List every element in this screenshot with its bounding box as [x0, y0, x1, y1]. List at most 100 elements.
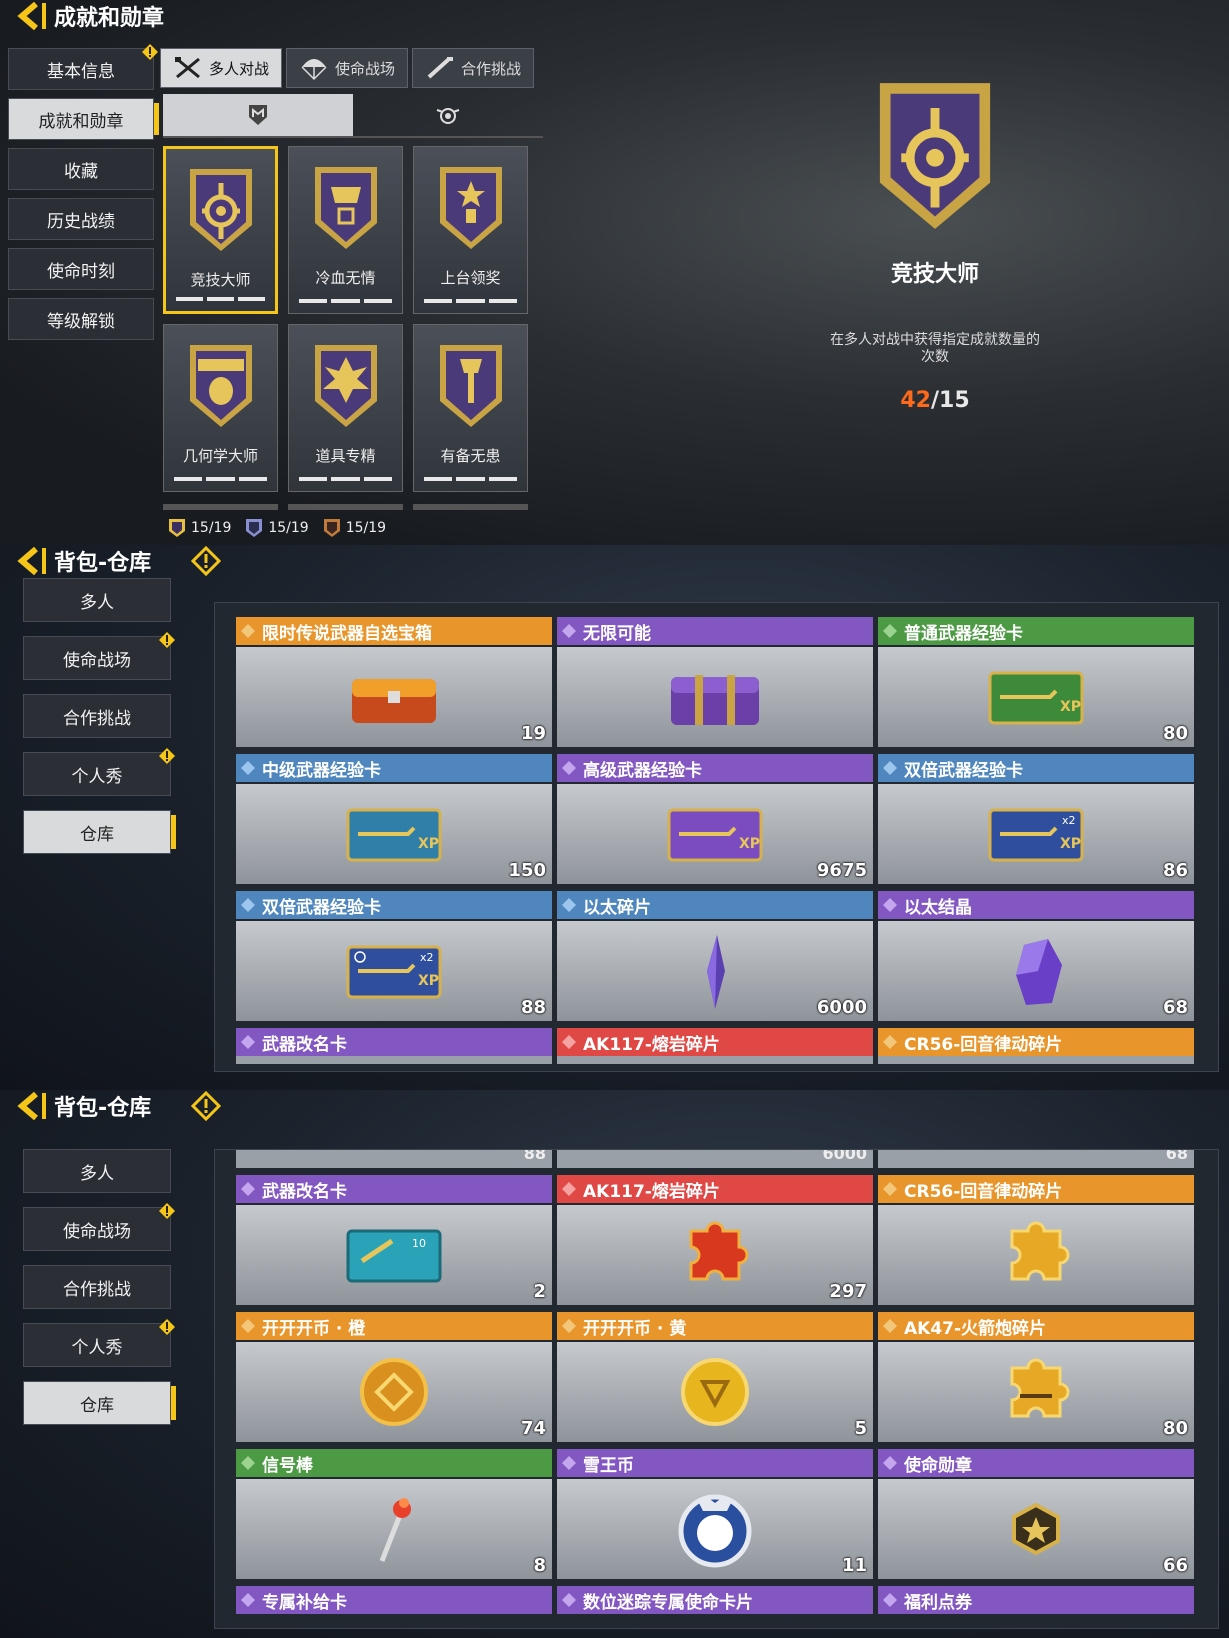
- medal-card[interactable]: 上台领奖: [413, 146, 528, 314]
- medal-card[interactable]: 几何学大师: [163, 324, 278, 492]
- inventory-item-partial[interactable]: 专属补给卡: [236, 1586, 552, 1622]
- back-button[interactable]: [14, 1090, 48, 1122]
- inventory-item[interactable]: 高级武器经验卡 XP 9675: [557, 754, 873, 885]
- rarity-diamond-icon: [241, 898, 255, 912]
- inventory-item[interactable]: 普通武器经验卡 XP 80: [878, 617, 1194, 748]
- inventory-item[interactable]: 信号棒 8: [236, 1449, 552, 1580]
- medal-card[interactable]: 有备无患: [413, 324, 528, 492]
- inventory-item-partial[interactable]: 68: [878, 1150, 1194, 1168]
- rarity-diamond-icon: [241, 1182, 255, 1196]
- nav-item-multiplayer[interactable]: 多人: [23, 1149, 171, 1193]
- tab-coop[interactable]: 合作挑战: [412, 48, 534, 88]
- inventory-item-partial[interactable]: AK117-熔岩碎片: [557, 1028, 873, 1064]
- snow-king-coin-icon: [678, 1494, 752, 1568]
- nav-item-multiplayer[interactable]: 多人: [23, 578, 171, 622]
- inventory-item-partial[interactable]: 福利点券: [878, 1586, 1194, 1622]
- inventory-item-partial[interactable]: 数位迷踪专属使命卡片: [557, 1586, 873, 1622]
- inventory-item[interactable]: AK117-熔岩碎片 297: [557, 1175, 873, 1306]
- nav-item-battle-royale[interactable]: 使命战场: [23, 632, 175, 680]
- medal-card[interactable]: 冷血无情: [288, 146, 403, 314]
- inventory-item[interactable]: 限时传说武器自选宝箱 19: [236, 617, 552, 748]
- page-title: 成就和勋章: [54, 6, 165, 31]
- medal-grid: 竞技大师 冷血无情 上台领奖 几何学大师 道具专精 有备无患: [163, 146, 535, 492]
- tab-battle-royale[interactable]: 使命战场: [286, 48, 408, 88]
- nav-item-basic-info[interactable]: 基本信息: [8, 44, 158, 90]
- medal-card[interactable]: 竞技大师: [163, 146, 278, 314]
- trophy-medal-icon: [439, 167, 502, 249]
- progress-target: /15: [930, 388, 970, 413]
- ether-crystal-icon: [1016, 939, 1062, 1005]
- inventory-item-partial[interactable]: 88: [236, 1150, 552, 1168]
- warning-badge-icon: [142, 44, 158, 60]
- rarity-diamond-icon: [562, 1035, 576, 1049]
- item-count: 6000: [816, 997, 867, 1018]
- purple-chest-icon: [671, 675, 759, 725]
- inventory-item[interactable]: CR56-回音律动碎片: [878, 1175, 1194, 1306]
- header: 成就和勋章: [14, 0, 164, 32]
- back-button[interactable]: [14, 545, 48, 577]
- item-count: 66: [1162, 1555, 1188, 1576]
- inventory-grid-panel: 88 6000 68 武器改名卡 10 2 AK117-熔岩碎片 297 CR56…: [214, 1149, 1219, 1629]
- inventory-item[interactable]: 使命勋章 66: [878, 1449, 1194, 1580]
- nav-item-personal-show[interactable]: 个人秀: [23, 748, 175, 796]
- inventory-item-partial[interactable]: 6000: [557, 1150, 873, 1168]
- inventory-item-partial[interactable]: CR56-回音律动碎片: [878, 1028, 1194, 1064]
- tab-multiplayer[interactable]: 多人对战: [160, 48, 282, 88]
- rarity-diamond-icon: [241, 624, 255, 638]
- nav-item-coop[interactable]: 合作挑战: [23, 1265, 171, 1309]
- svg-text:XP: XP: [1060, 699, 1081, 715]
- inventory-item[interactable]: 开开开币 · 黄 5: [557, 1312, 873, 1443]
- tnt-medal-icon: [314, 345, 377, 427]
- rarity-diamond-icon: [241, 761, 255, 775]
- item-count: 86: [1162, 860, 1188, 881]
- shield-m-icon: [249, 105, 267, 125]
- medal-card[interactable]: 道具专精: [288, 324, 403, 492]
- inventory-item[interactable]: 武器改名卡 10 2: [236, 1175, 552, 1306]
- nav-item-warehouse[interactable]: 仓库: [23, 810, 176, 854]
- detail-description: 在多人对战中获得指定成就数量的次数: [830, 332, 1040, 365]
- svg-text:XP: XP: [1060, 836, 1081, 852]
- inventory-item[interactable]: 以太结晶 68: [878, 891, 1194, 1022]
- inventory-item-partial[interactable]: 武器改名卡: [236, 1028, 552, 1064]
- medal-name: 道具专精: [315, 447, 376, 465]
- medal-grid-next-row: [163, 504, 535, 510]
- subtab-shield[interactable]: [163, 94, 353, 136]
- medal-progress-bars: [299, 299, 392, 303]
- svg-text:XP: XP: [418, 836, 439, 852]
- nav-item-warehouse[interactable]: 仓库: [23, 1381, 176, 1425]
- rarity-diamond-icon: [883, 1319, 897, 1333]
- item-count: 80: [1162, 1418, 1188, 1439]
- ether-shard-icon: [707, 935, 725, 1009]
- nav-item-collection[interactable]: 收藏: [8, 148, 154, 190]
- back-arrow-icon: [17, 1, 46, 31]
- inventory-item[interactable]: 中级武器经验卡 XP 150: [236, 754, 552, 885]
- medal-counts: 15/19 15/19 15/19: [168, 518, 386, 538]
- nav-item-personal-show[interactable]: 个人秀: [23, 1319, 175, 1367]
- nav-item-coop[interactable]: 合作挑战: [23, 694, 171, 738]
- inventory-item[interactable]: 无限可能: [557, 617, 873, 748]
- warning-diamond-icon[interactable]: [191, 546, 222, 576]
- nav-item-history[interactable]: 历史战绩: [8, 198, 154, 240]
- inventory-item[interactable]: 以太碎片 6000: [557, 891, 873, 1022]
- nav-item-achievements[interactable]: 成就和勋章: [8, 98, 159, 140]
- inventory-item[interactable]: 开开开币 · 橙 74: [236, 1312, 552, 1443]
- shovel-medal-icon: [439, 345, 502, 427]
- item-count: 5: [854, 1418, 867, 1439]
- back-button[interactable]: [14, 0, 48, 32]
- inventory-item[interactable]: 双倍武器经验卡 XP x2 88: [236, 891, 552, 1022]
- subtab-emblem[interactable]: [353, 94, 543, 136]
- inventory-item[interactable]: 雪王币 11: [557, 1449, 873, 1580]
- mode-tabs: 多人对战 使命战场 合作挑战: [160, 48, 534, 88]
- inventory-item[interactable]: 双倍武器经验卡 XP x2 86: [878, 754, 1194, 885]
- item-count: 19: [520, 723, 546, 744]
- inventory-item[interactable]: AK47-火箭炮碎片 80: [878, 1312, 1194, 1443]
- inventory-screen-scrolled: 背包-仓库 多人 使命战场 合作挑战 个人秀 仓库 88 6000 68 武器改…: [0, 1090, 1229, 1638]
- nav-item-level-unlock[interactable]: 等级解锁: [8, 298, 154, 340]
- silver-shield-icon: [246, 519, 263, 537]
- rarity-diamond-icon: [562, 1456, 576, 1470]
- nav-item-battle-royale[interactable]: 使命战场: [23, 1203, 175, 1251]
- nav-item-moments[interactable]: 使命时刻: [8, 248, 154, 290]
- star-medal-icon: [1012, 1502, 1060, 1556]
- medal-progress-bars: [174, 477, 267, 481]
- warning-diamond-icon[interactable]: [191, 1091, 222, 1121]
